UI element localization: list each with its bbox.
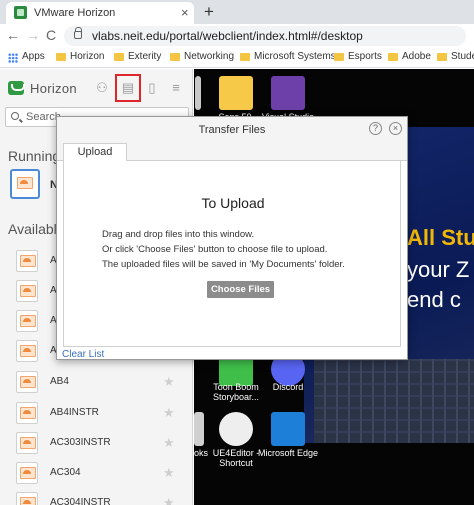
browser-toolbar: ← → C vlabs.neit.edu/portal/webclient/in…: [0, 24, 474, 48]
list-item[interactable]: AB4 ★: [0, 367, 192, 397]
desktop-pool-icon: [16, 462, 38, 484]
tab-title: VMware Horizon: [34, 7, 116, 19]
lock-icon: [74, 27, 82, 39]
bookmark-adobe[interactable]: Adobe: [388, 51, 431, 65]
horizon-title: Horizon: [30, 81, 77, 96]
upload-drop-zone[interactable]: To Upload Drag and drop files into this …: [63, 161, 401, 347]
horizon-logo-icon: [8, 81, 25, 95]
dialog-header: Transfer Files ? ×: [57, 117, 407, 143]
partial-app-icon[interactable]: [194, 412, 204, 446]
desktop-icon-label: Discord: [272, 382, 304, 392]
running-desktop-item[interactable]: [10, 169, 40, 199]
instruction-line-3: The uploaded files will be saved in 'My …: [102, 259, 345, 270]
banner-line-3: end c: [407, 287, 461, 312]
list-item[interactable]: AC304 ★: [0, 458, 192, 488]
list-item[interactable]: AC303INSTR ★: [0, 428, 192, 458]
tab-close-icon[interactable]: ×: [181, 5, 189, 20]
banner-line-2: your Z: [407, 257, 470, 282]
running-heading: Running: [8, 148, 61, 164]
bookmark-esports[interactable]: Esports: [334, 51, 382, 65]
favorite-star-icon[interactable]: ★: [163, 495, 175, 505]
search-icon: [11, 112, 19, 120]
multimonitor-button[interactable]: ⚇: [91, 77, 113, 99]
menu-button[interactable]: ≡: [165, 77, 187, 99]
folder-icon: [240, 53, 250, 61]
favorite-star-icon[interactable]: ★: [163, 405, 175, 421]
help-icon[interactable]: ?: [369, 122, 382, 135]
instruction-line-1: Drag and drop files into this window.: [102, 229, 255, 240]
transfer-files-dialog: Transfer Files ? × Upload To Upload Drag…: [56, 116, 408, 360]
tab-upload[interactable]: Upload: [63, 143, 127, 162]
new-tab-button[interactable]: +: [204, 2, 214, 22]
bookmark-horizon[interactable]: Horizon: [56, 51, 104, 65]
desktop-pool-icon: [16, 250, 38, 272]
folder-icon: [170, 53, 180, 61]
bookmark-exterity[interactable]: Exterity: [114, 51, 161, 65]
banner-line-1: All Stu: [407, 225, 474, 250]
bookmark-apps[interactable]: Apps: [8, 51, 45, 65]
desktop-icon-label: Microsoft Edge: [257, 448, 319, 458]
forward-icon[interactable]: →: [26, 27, 40, 43]
bookmarks-bar: Apps Horizon Exterity Networking Microso…: [0, 48, 474, 68]
apps-grid-icon: [8, 53, 18, 63]
address-bar[interactable]: vlabs.neit.edu/portal/webclient/index.ht…: [64, 26, 466, 46]
close-icon[interactable]: ×: [389, 122, 402, 135]
upload-heading: To Upload: [201, 195, 265, 211]
bookmark-networking[interactable]: Networking: [170, 51, 234, 65]
bookmark-studen[interactable]: Studen: [437, 51, 474, 65]
desktop-pool-icon: [16, 340, 38, 362]
clear-list-link[interactable]: Clear List: [62, 349, 104, 360]
desktop-pool-icon: [16, 371, 38, 393]
url-text: vlabs.neit.edu/portal/webclient/index.ht…: [92, 29, 363, 43]
favorite-star-icon[interactable]: ★: [163, 465, 175, 481]
folder-icon: [56, 53, 66, 61]
browser-tab[interactable]: VMware Horizon ×: [6, 2, 194, 24]
desktop-pool-icon: [16, 492, 38, 505]
list-item[interactable]: AC304INSTR ★: [0, 488, 192, 505]
partial-app-icon[interactable]: [195, 76, 201, 110]
file-transfer-button[interactable]: ▤: [115, 74, 141, 102]
favorite-star-icon[interactable]: ★: [163, 374, 175, 390]
building-image: [314, 359, 474, 443]
folder-icon: [437, 53, 447, 61]
clipboard-button[interactable]: ▯: [141, 77, 163, 99]
horizon-favicon-icon: [14, 6, 27, 19]
microsoft-edge-app-icon[interactable]: [271, 412, 305, 446]
bookmark-microsoft-systems[interactable]: Microsoft Systems: [240, 51, 336, 65]
desktop-pool-icon: [16, 402, 38, 424]
browser-tabstrip: VMware Horizon × +: [0, 0, 474, 24]
dialog-tabbar: Upload: [57, 143, 407, 162]
unreal-engine-app-icon[interactable]: [219, 412, 253, 446]
dialog-title: Transfer Files: [198, 124, 266, 136]
back-icon[interactable]: ←: [6, 27, 20, 43]
list-item[interactable]: AB4INSTR ★: [0, 398, 192, 428]
desktop-pool-icon: [14, 173, 36, 195]
sans50-app-icon[interactable]: [219, 76, 253, 110]
visual-studio-app-icon[interactable]: [271, 76, 305, 110]
desktop-pool-icon: [16, 432, 38, 454]
desktop-pool-icon: [16, 310, 38, 332]
choose-files-button[interactable]: Choose Files: [207, 281, 274, 298]
favorite-star-icon[interactable]: ★: [163, 435, 175, 451]
folder-icon: [388, 53, 398, 61]
desktop-pool-icon: [16, 280, 38, 302]
reload-icon[interactable]: C: [46, 27, 56, 43]
folder-icon: [334, 53, 344, 61]
instruction-line-2: Or click 'Choose Files' button to choose…: [102, 244, 328, 255]
desktop-icon-label: ooks: [194, 448, 208, 458]
folder-icon: [114, 53, 124, 61]
